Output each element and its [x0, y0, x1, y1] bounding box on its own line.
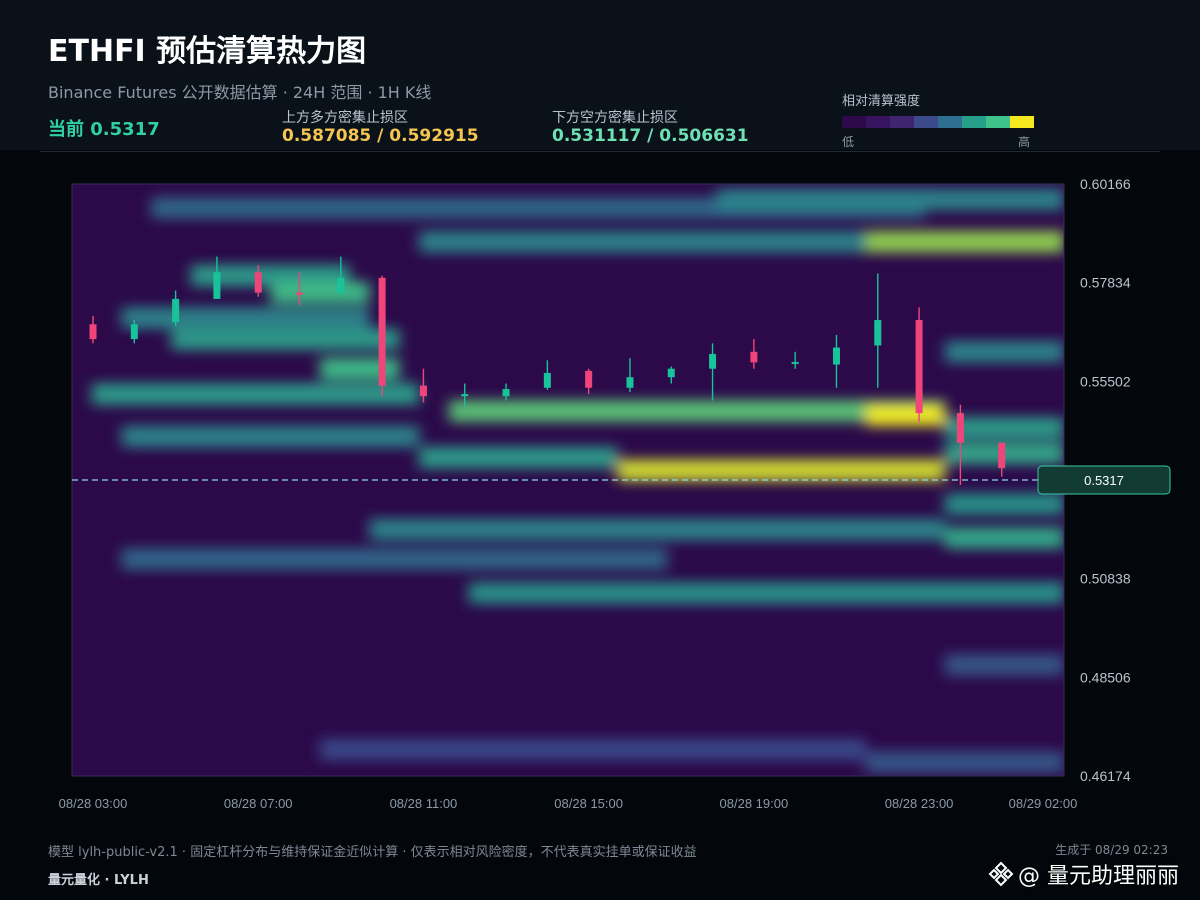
- y-tick-label: 0.60166: [1080, 176, 1131, 192]
- watermark-text: @ 量元助理丽丽: [1018, 864, 1179, 889]
- x-tick-label: 08/29 02:00: [1009, 796, 1078, 811]
- heat-band: [171, 328, 400, 351]
- heat-band: [944, 493, 1064, 516]
- y-tick-label: 0.48506: [1080, 669, 1131, 685]
- heat-band: [944, 526, 1064, 549]
- candle-body: [213, 272, 221, 299]
- candle-body: [585, 370, 593, 388]
- current-price-tag-text: 0.5317: [1084, 473, 1124, 488]
- candle-body: [296, 292, 304, 295]
- watermark: @ 量元助理丽丽: [988, 858, 1179, 890]
- candle-body: [832, 347, 840, 365]
- heat-band: [320, 357, 400, 380]
- candle-body: [915, 320, 923, 414]
- heat-band: [91, 383, 420, 406]
- binance-logo-icon: [988, 861, 1014, 887]
- footer-brand: 量元量化 · LYLH: [48, 873, 149, 888]
- candle-body: [254, 272, 262, 293]
- heat-band: [369, 518, 945, 541]
- heat-band: [270, 281, 370, 304]
- y-tick-label: 0.50838: [1080, 571, 1131, 587]
- generated-time: 生成于 08/29 02:23: [1055, 843, 1168, 857]
- heat-band: [944, 340, 1064, 363]
- y-tick-label: 0.55502: [1080, 373, 1131, 389]
- heat-band: [865, 751, 1064, 774]
- candle-body: [667, 368, 675, 378]
- current-price-tag: 0.5317: [1037, 465, 1171, 495]
- candle-body: [461, 394, 469, 397]
- candle-body: [130, 324, 138, 340]
- heat-band: [320, 738, 866, 761]
- heat-band: [419, 230, 866, 253]
- x-tick-label: 08/28 03:00: [59, 796, 128, 811]
- candle-body: [337, 277, 345, 293]
- footer-note: 模型 lylh-public-v2.1 · 固定杠杆分布与维持保证金近似计算 ·…: [48, 845, 697, 860]
- heat-band: [121, 548, 668, 571]
- candle-body: [419, 385, 427, 397]
- candle-body: [750, 351, 758, 363]
- candle-body: [626, 377, 634, 388]
- liquidation-heatmap-chart: 0.5317 0.60166 0.57834 0.55502 0.50838 0.485…: [59, 176, 1171, 811]
- candle-body: [709, 353, 717, 369]
- heat-band: [121, 306, 370, 329]
- heat-band: [865, 230, 1064, 253]
- candle-body: [998, 442, 1006, 469]
- candle-body: [502, 389, 510, 397]
- heat-band: [865, 404, 945, 427]
- candle-body: [956, 413, 964, 443]
- heat-band: [121, 425, 420, 448]
- candle-body: [172, 298, 180, 323]
- candle-body: [874, 320, 882, 346]
- candle-body: [791, 361, 799, 364]
- y-tick-label: 0.46174: [1080, 768, 1131, 784]
- candle-body: [378, 277, 386, 386]
- x-tick-label: 08/28 23:00: [885, 796, 954, 811]
- x-tick-label: 08/28 15:00: [554, 796, 623, 811]
- x-tick-label: 08/28 11:00: [390, 796, 458, 811]
- x-tick-label: 08/28 07:00: [224, 796, 293, 811]
- y-tick-label: 0.57834: [1080, 275, 1131, 291]
- x-tick-label: 08/28 19:00: [720, 796, 789, 811]
- candle-body: [543, 372, 551, 388]
- heat-band: [716, 188, 1064, 211]
- heat-band: [419, 446, 618, 469]
- candle-body: [89, 324, 97, 340]
- heat-band: [944, 653, 1064, 676]
- heat-band: [468, 581, 1064, 604]
- heat-band: [617, 459, 945, 482]
